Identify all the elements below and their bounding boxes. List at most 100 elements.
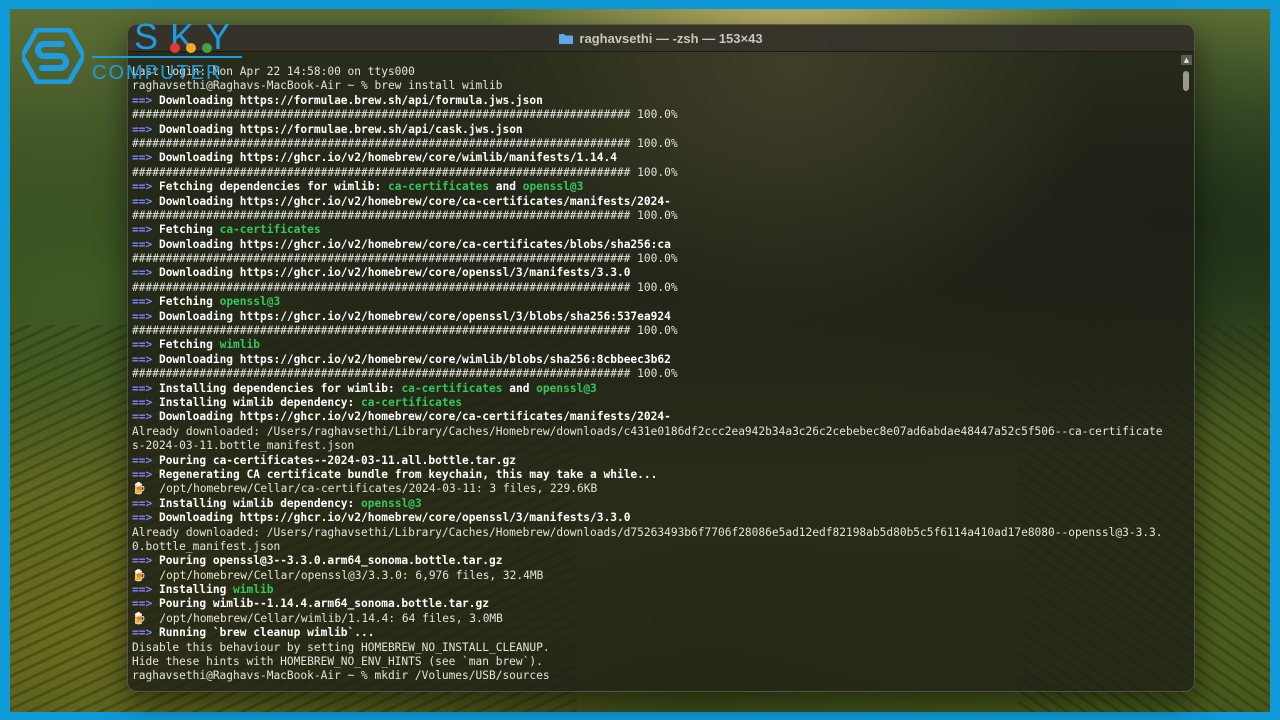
terminal-text: Fetching: [158, 295, 220, 309]
terminal-line: ==> Fetching ca-certificates: [132, 223, 1178, 237]
terminal-text: ########################################…: [132, 165, 678, 179]
prompt-arrow: ==>: [132, 352, 159, 366]
terminal-text: openssl@3: [361, 496, 422, 510]
terminal-text: Fetching: [158, 223, 220, 237]
terminal-line: Last login: Mon Apr 22 14:58:00 on ttys0…: [132, 65, 1178, 79]
prompt-arrow: ==>: [132, 266, 159, 280]
scroll-thumb[interactable]: [1183, 71, 1189, 91]
window-titlebar[interactable]: raghavsethi — -zsh — 153×43: [128, 25, 1194, 52]
terminal-line: Disable this behaviour by setting HOMEBR…: [132, 641, 1178, 655]
prompt-arrow: ==>: [132, 410, 159, 424]
sky-computer-logo: SKY COMPUTER: [22, 16, 242, 88]
terminal-line: 🍺 /opt/homebrew/Cellar/openssl@3/3.3.0: …: [132, 569, 1178, 583]
terminal-line: ==> Downloading https://ghcr.io/v2/homeb…: [132, 310, 1178, 324]
terminal-line: ########################################…: [132, 209, 1178, 223]
prompt-arrow: ==>: [132, 338, 159, 352]
window-title: raghavsethi — -zsh — 153×43: [579, 30, 763, 46]
terminal-line: ########################################…: [132, 281, 1178, 295]
terminal-line: ==> Fetching wimlib: [132, 338, 1178, 352]
terminal-output[interactable]: Last login: Mon Apr 22 14:58:00 on ttys0…: [132, 65, 1178, 684]
terminal-text: and: [489, 180, 523, 194]
terminal-line: ==> Downloading https://ghcr.io/v2/homeb…: [132, 266, 1178, 280]
terminal-text: Pouring wimlib--1.14.4.arm64_sonoma.bott…: [158, 597, 489, 611]
vertical-scrollbar[interactable]: ▲: [1181, 55, 1192, 687]
terminal-line: ==> Fetching openssl@3: [132, 295, 1178, 309]
prompt-arrow: ==>: [132, 381, 159, 395]
folder-icon: [559, 33, 574, 44]
terminal-text: Downloading https://formulae.brew.sh/api…: [158, 122, 523, 136]
terminal-text: ca-certificates: [361, 395, 463, 409]
prompt-arrow: ==>: [132, 295, 159, 309]
prompt-arrow: ==>: [132, 223, 159, 237]
terminal-line: ==> Downloading https://ghcr.io/v2/homeb…: [132, 353, 1178, 367]
terminal-text: openssl@3: [536, 381, 597, 395]
terminal-text: openssl@3: [522, 180, 584, 194]
terminal-text: ########################################…: [132, 367, 678, 381]
terminal-text: Regenerating CA certificate bundle from …: [158, 467, 658, 481]
terminal-line: ==> Regenerating CA certificate bundle f…: [132, 468, 1178, 482]
terminal-line: 0.bottle_manifest.json: [132, 540, 1178, 554]
terminal-line: 🍺 /opt/homebrew/Cellar/ca-certificates/2…: [132, 482, 1178, 496]
prompt-arrow: ==>: [132, 626, 159, 640]
terminal-text: ########################################…: [132, 324, 678, 338]
scroll-up-arrow-icon[interactable]: ▲: [1181, 55, 1192, 65]
prompt-arrow: ==>: [132, 237, 159, 251]
terminal-text: Pouring openssl@3--3.3.0.arm64_sonoma.bo…: [158, 554, 503, 568]
terminal-line: raghavsethi@Raghavs-MacBook-Air ~ % brew…: [132, 79, 1178, 93]
terminal-line: ==> Downloading https://ghcr.io/v2/homeb…: [132, 238, 1178, 252]
terminal-line: raghavsethi@Raghavs-MacBook-Air ~ % mkdi…: [132, 669, 1178, 683]
terminal-window[interactable]: raghavsethi — -zsh — 153×43 Last login: …: [127, 24, 1195, 692]
terminal-line: ==> Downloading https://formulae.brew.sh…: [132, 123, 1178, 137]
terminal-line: ########################################…: [132, 252, 1178, 266]
terminal-text: 🍺 /opt/homebrew/Cellar/wimlib/1.14.4: 64…: [132, 611, 503, 625]
terminal-text: ca-certificates: [387, 180, 490, 194]
prompt-arrow: ==>: [132, 453, 159, 467]
logo-dot-red: [170, 43, 180, 53]
terminal-text: wimlib: [233, 583, 274, 597]
prompt-arrow: ==>: [132, 583, 159, 597]
terminal-text: Hide these hints with HOMEBREW_NO_ENV_HI…: [132, 655, 543, 669]
terminal-text: Installing dependencies for wimlib:: [158, 381, 402, 395]
terminal-text: ########################################…: [132, 108, 678, 122]
terminal-text: Pouring ca-certificates--2024-03-11.all.…: [158, 453, 516, 467]
logo-dots: [170, 38, 218, 57]
terminal-text: Disable this behaviour by setting HOMEBR…: [132, 640, 550, 654]
terminal-text: Installing: [158, 583, 234, 597]
terminal-text: Downloading https://ghcr.io/v2/homebrew/…: [158, 410, 671, 424]
terminal-text: openssl@3: [219, 295, 281, 309]
terminal-text: Installing wimlib dependency:: [158, 395, 362, 409]
terminal-text: Running `brew cleanup wimlib`...: [158, 626, 375, 640]
terminal-text: Already downloaded: /Users/raghavsethi/L…: [132, 525, 1163, 539]
terminal-text: Downloading https://ghcr.io/v2/homebrew/…: [158, 151, 617, 165]
prompt-arrow: ==>: [132, 554, 159, 568]
terminal-text: Fetching dependencies for wimlib:: [158, 180, 388, 194]
prompt-arrow: ==>: [132, 151, 159, 165]
terminal-text: and: [502, 381, 537, 395]
prompt-arrow: ==>: [132, 309, 159, 323]
terminal-text: Downloading https://ghcr.io/v2/homebrew/…: [158, 194, 671, 208]
terminal-text: s-2024-03-11.bottle_manifest.json: [132, 439, 355, 453]
terminal-text: Fetching: [158, 338, 220, 352]
terminal-text: 🍺 /opt/homebrew/Cellar/openssl@3/3.3.0: …: [132, 568, 544, 582]
terminal-text: Downloading https://ghcr.io/v2/homebrew/…: [158, 237, 671, 251]
terminal-line: ########################################…: [132, 108, 1178, 122]
prompt-arrow: ==>: [132, 180, 159, 194]
terminal-line: ==> Running `brew cleanup wimlib`...: [132, 626, 1178, 640]
terminal-text: Downloading https://ghcr.io/v2/homebrew/…: [158, 352, 671, 366]
terminal-text: Downloading https://formulae.brew.sh/api…: [158, 93, 543, 107]
prompt-arrow: ==>: [132, 496, 159, 510]
terminal-text: ########################################…: [132, 208, 678, 222]
terminal-line: ==> Downloading https://formulae.brew.sh…: [132, 94, 1178, 108]
terminal-line: ########################################…: [132, 166, 1178, 180]
prompt-arrow: ==>: [132, 93, 159, 107]
terminal-text: ########################################…: [132, 280, 678, 294]
prompt-arrow: ==>: [132, 122, 159, 136]
terminal-line: ==> Downloading https://ghcr.io/v2/homeb…: [132, 511, 1178, 525]
terminal-text: ########################################…: [132, 252, 678, 266]
terminal-line: ########################################…: [132, 367, 1178, 381]
terminal-line: Already downloaded: /Users/raghavsethi/L…: [132, 526, 1178, 540]
prompt-arrow: ==>: [132, 511, 159, 525]
terminal-text: 🍺 /opt/homebrew/Cellar/ca-certificates/2…: [132, 482, 598, 496]
terminal-text: Downloading https://ghcr.io/v2/homebrew/…: [158, 309, 671, 323]
terminal-line: Already downloaded: /Users/raghavsethi/L…: [132, 425, 1178, 439]
